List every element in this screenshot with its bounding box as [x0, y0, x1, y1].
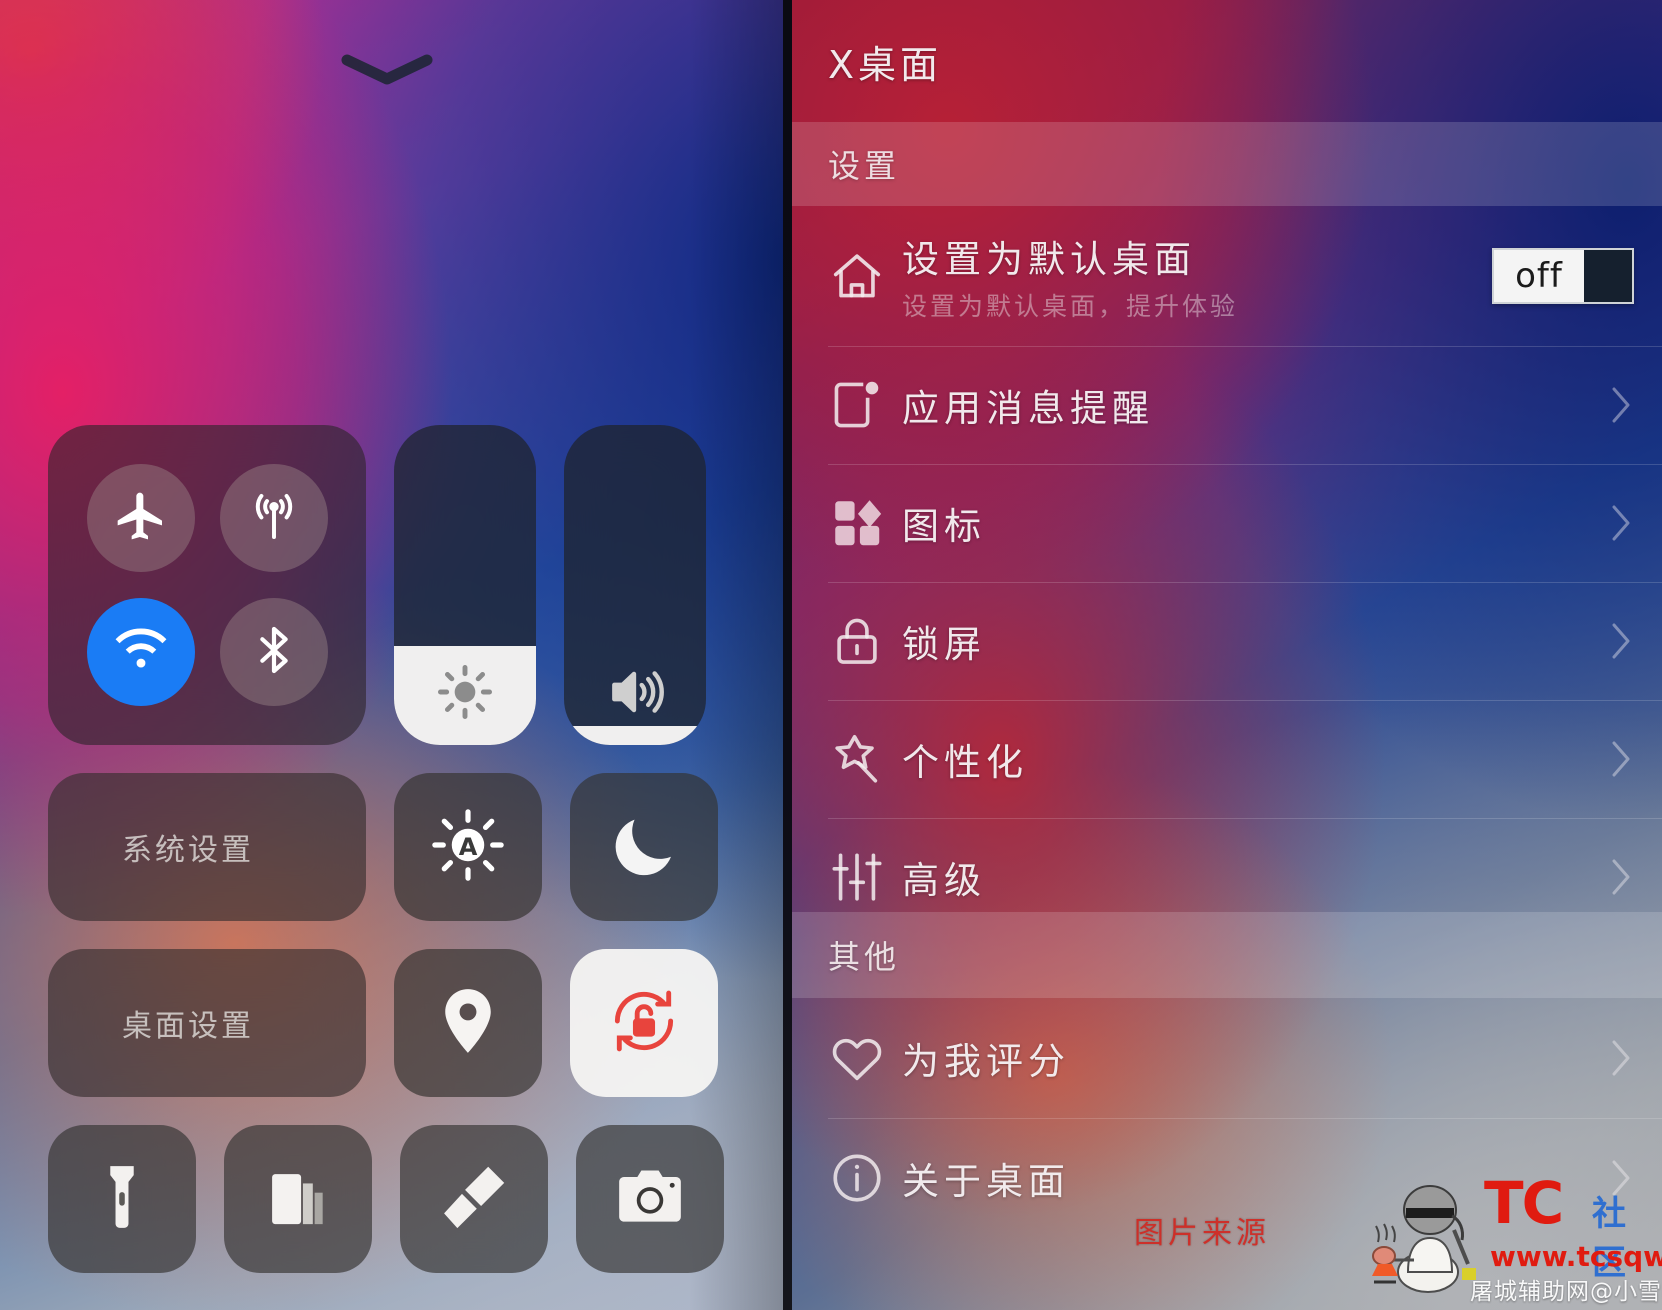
settings-row-label: 为我评分: [902, 1040, 1070, 1083]
cellular-antenna-icon: [246, 488, 302, 548]
chevron-right-icon: [1600, 1157, 1634, 1199]
settings-row-label: 图标: [902, 505, 986, 548]
cellular-data-button[interactable]: [219, 464, 328, 572]
settings-row-label: 应用消息提醒: [902, 387, 1154, 430]
settings-row-text: 设置为默认桌面 设置为默认桌面，提升体验: [902, 229, 1492, 323]
settings-row-icons[interactable]: 图标: [792, 464, 1662, 582]
settings-row-sublabel: 设置为默认桌面，提升体验: [902, 292, 1239, 321]
chevron-right-icon: [1600, 856, 1634, 898]
settings-row-text: 锁屏: [902, 614, 1600, 668]
auto-brightness-icon: A: [429, 806, 507, 888]
settings-row-text: 为我评分: [902, 1031, 1600, 1085]
brightness-slider[interactable]: [394, 425, 536, 745]
flashlight-tile[interactable]: [48, 1125, 196, 1273]
settings-row-lock-screen[interactable]: 锁屏: [792, 582, 1662, 700]
default-launcher-toggle[interactable]: off: [1492, 248, 1634, 304]
settings-row-app-notifications[interactable]: 应用消息提醒: [792, 346, 1662, 464]
settings-row-personalization[interactable]: 个性化: [792, 700, 1662, 818]
chevron-right-icon: [1600, 738, 1634, 780]
control-center-grid: 系统设置 A 桌面设置: [48, 425, 748, 1273]
desktop-settings-label: 桌面设置: [122, 1009, 254, 1044]
panel-divider: [783, 0, 792, 1310]
paint-roller-icon: [437, 1160, 511, 1238]
control-center-row-2: 系统设置 A: [48, 773, 748, 921]
settings-row-text: 个性化: [902, 732, 1600, 786]
chevron-right-icon: [1600, 384, 1634, 426]
section-header-settings: 设置: [792, 122, 1662, 206]
calculator-icon: [261, 1160, 335, 1238]
system-settings-label: 系统设置: [122, 833, 254, 868]
wallpaper-tile[interactable]: [400, 1125, 548, 1273]
screenshot-root: 系统设置 A 桌面设置 X桌面 设置 设置为默认桌面 设置为默认桌面，提升体验 …: [0, 0, 1662, 1310]
speaker-volume-icon: [564, 661, 706, 723]
camera-icon: [613, 1160, 687, 1238]
settings-row-text: 图标: [902, 496, 1600, 550]
toggle-label: off: [1515, 256, 1563, 296]
toggle-knob: [1584, 250, 1632, 302]
system-settings-tile[interactable]: 系统设置: [48, 773, 366, 921]
info-icon: [828, 1149, 902, 1207]
page-title: X桌面: [828, 43, 943, 87]
control-center-row-4: [48, 1125, 748, 1273]
notification-badge-icon: [828, 376, 902, 434]
grid-icon: [828, 494, 902, 552]
sliders-icon: [828, 848, 902, 906]
chevron-down-icon[interactable]: [341, 52, 433, 86]
magic-star-icon: [828, 730, 902, 788]
home-icon: [828, 247, 902, 305]
chevron-right-icon: [1600, 1037, 1634, 1079]
heart-icon: [828, 1029, 902, 1087]
auto-brightness-tile[interactable]: A: [394, 773, 542, 921]
watermark-site: 屠城辅助网@小雪曦曦: [1470, 1279, 1662, 1305]
svg-text:A: A: [459, 833, 478, 861]
control-center-row-3: 桌面设置: [48, 949, 748, 1097]
settings-row-label: 个性化: [902, 741, 1028, 784]
section-header-other: 其他: [792, 912, 1662, 998]
lock-icon: [828, 612, 902, 670]
settings-row-text: 关于桌面: [902, 1151, 1600, 1205]
camera-tile[interactable]: [576, 1125, 724, 1273]
flashlight-icon: [85, 1160, 159, 1238]
do-not-disturb-tile[interactable]: [570, 773, 718, 921]
settings-row-rate-us[interactable]: 为我评分: [792, 998, 1662, 1118]
watermark-url: www.tcsqw.com: [1490, 1240, 1662, 1273]
brightness-sun-icon: [394, 661, 536, 723]
airplane-icon: [113, 488, 169, 548]
settings-row-about[interactable]: 关于桌面: [792, 1118, 1662, 1238]
wifi-icon: [113, 622, 169, 682]
rotation-lock-icon: [605, 982, 683, 1064]
volume-slider[interactable]: [564, 425, 706, 745]
settings-row-label: 高级: [902, 859, 986, 902]
rotation-lock-tile[interactable]: [570, 949, 718, 1097]
bluetooth-button[interactable]: [219, 598, 328, 706]
settings-row-text: 应用消息提醒: [902, 378, 1600, 432]
desktop-settings-tile[interactable]: 桌面设置: [48, 949, 366, 1097]
settings-row-label: 设置为默认桌面: [902, 238, 1196, 281]
location-tile[interactable]: [394, 949, 542, 1097]
settings-panel: X桌面 设置 设置为默认桌面 设置为默认桌面，提升体验 off 应用消息提醒 图…: [792, 0, 1662, 1310]
settings-row-text: 高级: [902, 850, 1600, 904]
control-center-panel: 系统设置 A 桌面设置: [0, 0, 783, 1310]
control-center-top-row: [48, 425, 748, 745]
location-pin-icon: [429, 982, 507, 1064]
chevron-right-icon: [1600, 502, 1634, 544]
wifi-button[interactable]: [86, 598, 195, 706]
airplane-mode-button[interactable]: [86, 464, 195, 572]
calculator-tile[interactable]: [224, 1125, 372, 1273]
settings-row-set-default-launcher[interactable]: 设置为默认桌面 设置为默认桌面，提升体验 off: [792, 206, 1662, 346]
settings-row-label: 关于桌面: [902, 1160, 1070, 1203]
bluetooth-icon: [246, 622, 302, 682]
moon-icon: [605, 806, 683, 888]
settings-row-label: 锁屏: [902, 623, 986, 666]
chevron-right-icon: [1600, 620, 1634, 662]
connectivity-card: [48, 425, 366, 745]
